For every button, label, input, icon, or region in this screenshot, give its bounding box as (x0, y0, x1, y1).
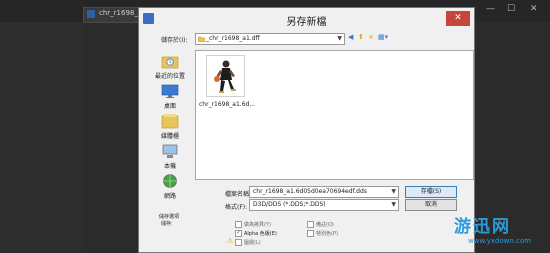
layers-label: 圖層(L) (244, 240, 261, 246)
warning-icon: ⚠ (227, 237, 234, 245)
notes-label: 備註(O) (316, 222, 334, 228)
watermark-logo-text: 游迅网 (454, 217, 511, 237)
save-button[interactable]: 存檔(S) (405, 186, 457, 198)
format-label: 格式(F): (225, 204, 248, 211)
spot-colors-checkbox[interactable] (307, 230, 314, 237)
photoshop-doc-icon (87, 10, 95, 18)
place-label: 本機 (163, 163, 176, 170)
folder-icon (198, 36, 205, 42)
app-toolbar-panel (0, 22, 83, 251)
chevron-down-icon: ▼ (391, 188, 396, 195)
recent-places-icon (161, 56, 179, 69)
place-label: 桌面 (163, 103, 176, 110)
libraries-icon (161, 114, 179, 129)
view-menu-icon[interactable]: ▦▾ (378, 33, 388, 41)
notes-checkbox[interactable] (307, 221, 314, 228)
save-in-dropdown[interactable]: _chr_r1698_a1.dff ▼ (195, 33, 345, 45)
filename-value: chr_r1698_a1.6d05d0ea70694edf.dds (253, 188, 367, 195)
place-label: 最近的位置 (154, 73, 185, 80)
chevron-down-icon: ▼ (337, 35, 342, 42)
dialog-close-button[interactable]: ✕ (446, 11, 470, 26)
minimize-button[interactable]: — (486, 4, 495, 14)
dialog-titlebar: 另存新檔 ✕ (139, 8, 474, 30)
format-dropdown[interactable]: D3D/DDS (*.DDS;*.DDS) ▼ (249, 199, 399, 211)
place-libraries[interactable]: 媒體櫃 (148, 113, 192, 143)
place-network[interactable]: 網路 (148, 173, 192, 203)
places-bar: 最近的位置 桌面 媒體櫃 本機 網路 (148, 53, 192, 203)
maximize-button[interactable]: ☐ (507, 4, 515, 14)
format-value: D3D/DDS (*.DDS;*.DDS) (253, 201, 326, 208)
file-name[interactable]: chr_r1698_a1.6d... (199, 101, 255, 108)
save-in-value: _chr_r1698_a1.dff (206, 35, 260, 42)
file-list[interactable]: chr_r1698_a1.6d... (195, 50, 474, 180)
chevron-down-icon: ▼ (391, 201, 396, 208)
cancel-button[interactable]: 取消 (405, 199, 457, 211)
save-as-dialog: 另存新檔 ✕ 儲存於(I): _chr_r1698_a1.dff ▼ ◀ ⬆ ★… (138, 7, 475, 253)
up-folder-icon[interactable]: ⬆ (358, 33, 364, 41)
dialog-title: 另存新檔 (286, 17, 327, 28)
character-image-icon (214, 60, 236, 93)
alpha-channel-checkbox[interactable]: ✓ (235, 230, 242, 237)
site-watermark: 游迅网 www.yxdown.com (452, 210, 548, 248)
app-close-button[interactable]: ✕ (530, 4, 538, 14)
place-label: 網路 (163, 193, 176, 200)
as-copy-label: 做為拷貝(Y) (244, 222, 271, 228)
options-save-label: 儲存: (161, 221, 173, 227)
new-folder-icon[interactable]: ★ (368, 33, 374, 41)
layers-checkbox[interactable] (235, 239, 242, 246)
place-computer[interactable]: 本機 (148, 143, 192, 173)
place-recent[interactable]: 最近的位置 (148, 53, 192, 83)
spot-colors-label: 特別色(P) (316, 231, 338, 237)
place-desktop[interactable]: 桌面 (148, 83, 192, 113)
options-title: 儲存選項 (159, 214, 180, 220)
back-icon[interactable]: ◀ (348, 33, 353, 41)
network-icon (163, 174, 177, 188)
computer-icon (162, 144, 178, 158)
desktop-icon (161, 84, 179, 98)
filename-input[interactable]: chr_r1698_a1.6d05d0ea70694edf.dds ▼ (249, 186, 399, 198)
place-label: 媒體櫃 (160, 133, 179, 140)
save-options: 儲存選項 儲存: 做為拷貝(Y) ✓ Alpha 色版(E) ⚠ 圖層(L) 備… (159, 213, 459, 253)
file-thumbnail[interactable] (206, 55, 245, 97)
watermark-url: www.yxdown.com (468, 237, 532, 245)
as-copy-checkbox[interactable] (235, 221, 242, 228)
alpha-channel-label: Alpha 色版(E) (244, 231, 277, 237)
save-in-label: 儲存於(I): (161, 37, 188, 44)
